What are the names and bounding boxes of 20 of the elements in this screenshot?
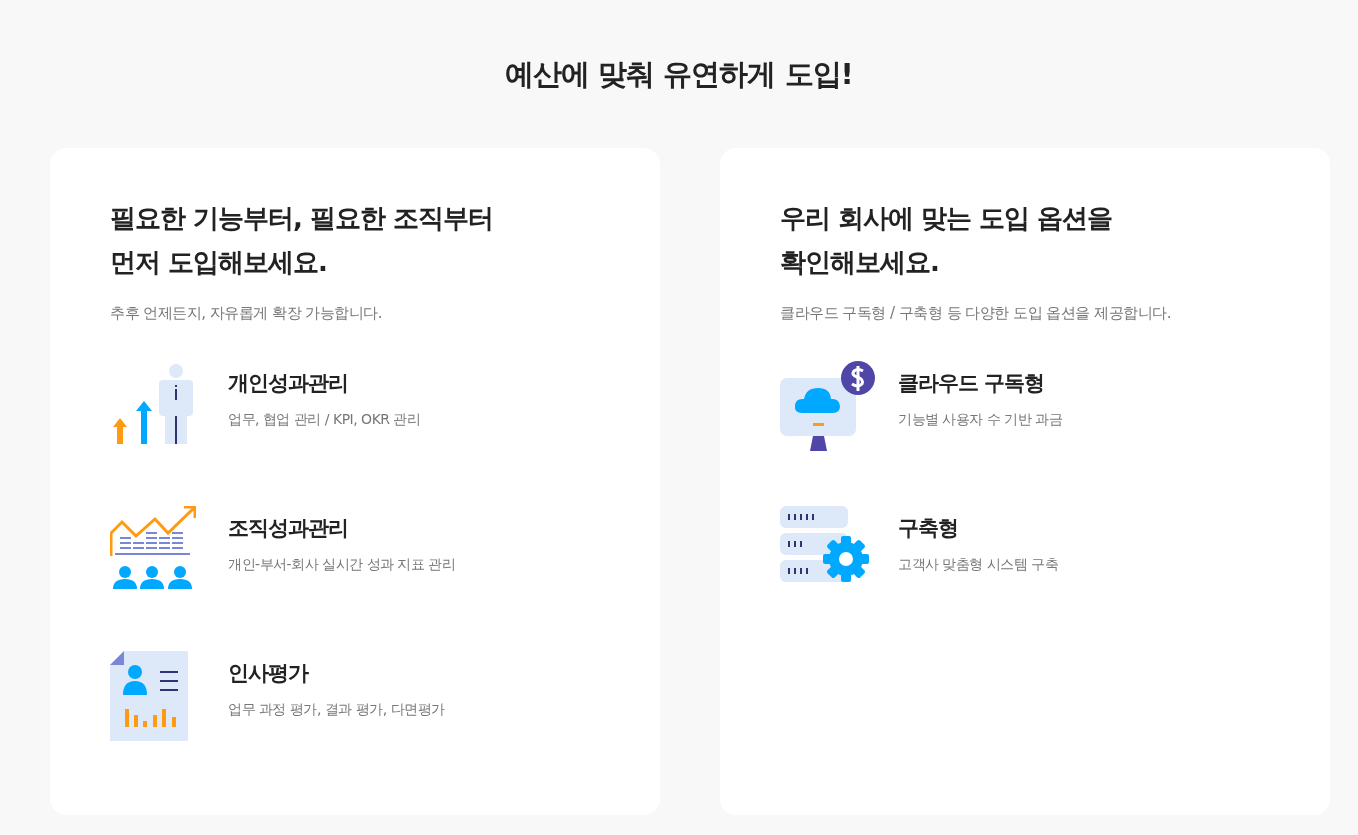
cloud-billing-icon [780,361,876,451]
option-description: 고객사 맞춤형 시스템 구축 [898,556,1059,574]
option-description: 업무 과정 평가, 결과 평가, 다면평가 [228,701,445,719]
card-subtitle: 클라우드 구독형 / 구축형 등 다양한 도입 옵션을 제공합니다. [780,304,1171,323]
card-heading: 우리 회사에 맞는 도입 옵션을 확인해보세요. [780,202,1113,279]
report-icon [110,651,190,741]
card-heading: 필요한 기능부터, 필요한 조직부터 먼저 도입해보세요. [110,202,494,279]
card-subtitle: 추후 언제든지, 자유롭게 확장 가능합니다. [110,304,383,323]
server-gear-icon [780,506,870,584]
option-description: 기능별 사용자 수 기반 과금 [898,411,1063,429]
option-title: 개인성과관리 [228,370,348,397]
option-title: 클라우드 구독형 [898,370,1045,397]
option-title: 구축형 [898,515,958,542]
option-title: 인사평가 [228,660,308,687]
section-title: 예산에 맞춰 유연하게 도입! [505,56,853,93]
option-title: 조직성과관리 [228,515,348,542]
option-description: 개인-부서-회사 실시간 성과 지표 관리 [228,556,456,574]
team-chart-icon [110,506,196,590]
person-growth-icon [110,361,196,445]
option-description: 업무, 협업 관리 / KPI, OKR 관리 [228,411,421,429]
